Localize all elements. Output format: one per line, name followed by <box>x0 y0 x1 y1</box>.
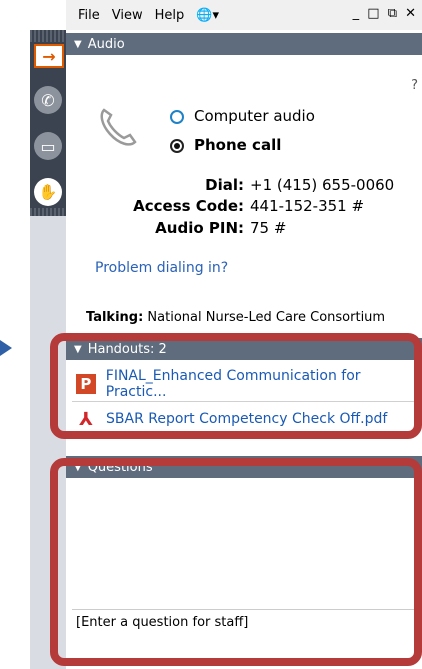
phone-handset-icon <box>100 108 137 146</box>
problem-dialing-link[interactable]: Problem dialing in? <box>95 260 228 276</box>
computer-audio-label[interactable]: Computer audio <box>194 107 315 125</box>
audio-panel-title: Audio <box>87 36 125 52</box>
menu-file[interactable]: File <box>78 8 100 23</box>
phone-call-radio[interactable] <box>170 139 184 153</box>
talking-label: Talking: <box>86 310 144 325</box>
handouts-highlight-box <box>50 333 422 439</box>
help-icon[interactable]: ? <box>411 78 418 93</box>
window-rail-button[interactable]: ▭ <box>34 132 62 160</box>
window-controls[interactable]: _ □ ⧉ ✕ <box>353 6 418 21</box>
menu-help[interactable]: Help <box>155 8 185 23</box>
globe-icon[interactable]: 🌐▾ <box>196 8 219 23</box>
rail-grip-bottom <box>30 208 66 216</box>
phone-call-label[interactable]: Phone call <box>194 136 281 154</box>
dial-value: +1 (415) 655-0060 <box>250 176 395 194</box>
window-icon: ▭ <box>40 136 56 156</box>
access-code-value: 441-152-351 # <box>250 197 365 215</box>
talking-value: National Nurse-Led Care Consortium <box>147 310 386 325</box>
audio-panel-header[interactable]: ▼ Audio <box>66 33 422 55</box>
audio-pin-label: Audio PIN: <box>155 219 244 237</box>
hand-icon: ✋ <box>38 183 58 201</box>
computer-audio-radio[interactable] <box>170 110 184 124</box>
pointer-arrow-icon <box>0 340 12 356</box>
menu-view[interactable]: View <box>112 8 143 23</box>
access-code-label: Access Code: <box>133 197 244 215</box>
talking-indicator: Talking: National Nurse-Led Care Consort… <box>86 310 385 325</box>
rail-grip-top <box>30 30 66 42</box>
raise-hand-button[interactable]: ✋ <box>34 178 62 206</box>
questions-highlight-box <box>50 458 422 666</box>
audio-pin-value: 75 # <box>250 219 287 237</box>
arrow-right-icon: → <box>42 46 56 66</box>
dial-label: Dial: <box>205 176 244 194</box>
phone-icon: ✆ <box>41 90 55 110</box>
collapse-triangle-icon: ▼ <box>74 38 82 50</box>
collapse-panel-button[interactable]: → <box>34 44 64 68</box>
audio-rail-button[interactable]: ✆ <box>34 86 62 114</box>
